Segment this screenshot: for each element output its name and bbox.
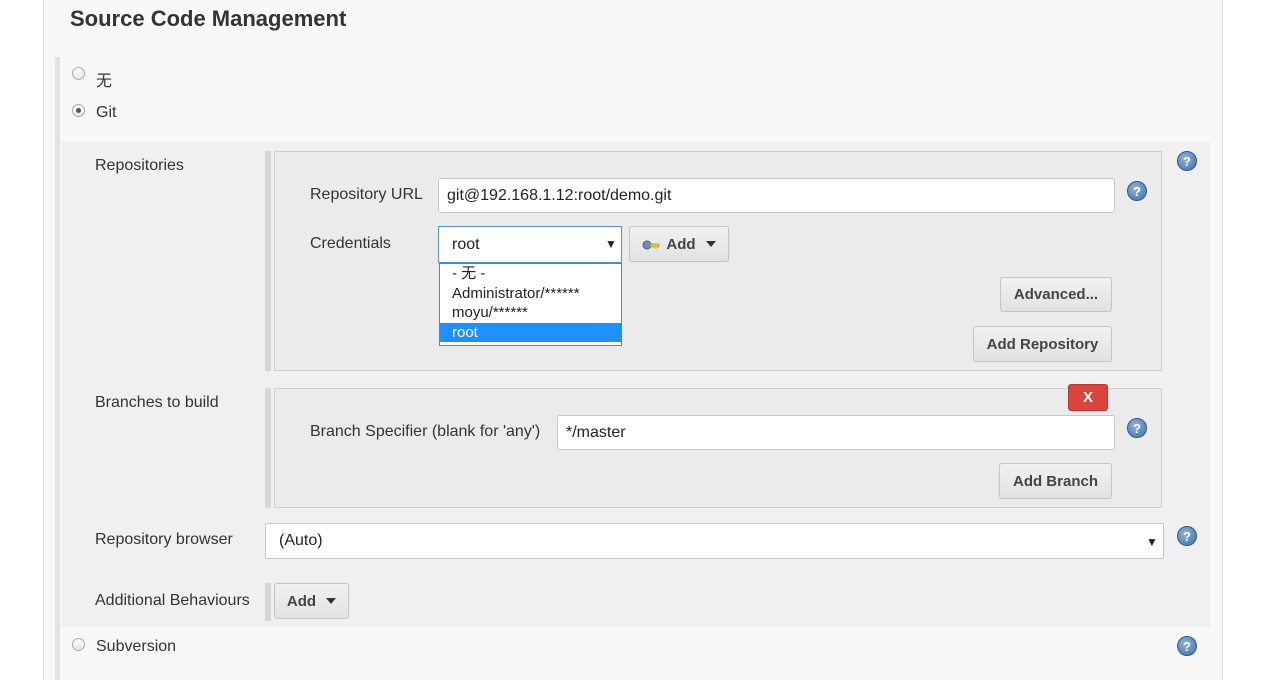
add-repository-button[interactable]: Add Repository bbox=[973, 326, 1112, 362]
additional-behaviours-indent-bar bbox=[265, 583, 271, 621]
advanced-button[interactable]: Advanced... bbox=[1000, 277, 1112, 312]
repository-browser-value: (Auto) bbox=[279, 532, 323, 549]
select-arrow-icon: ▼ bbox=[1146, 535, 1158, 549]
scm-subversion-radio[interactable] bbox=[72, 638, 85, 651]
credentials-option[interactable]: Administrator/****** bbox=[440, 284, 621, 304]
repository-browser-label: Repository browser bbox=[95, 531, 233, 548]
caret-down-icon bbox=[326, 598, 337, 604]
repository-url-input[interactable]: git@192.168.1.12:root/demo.git bbox=[438, 178, 1115, 213]
additional-behaviours-add-label: Add bbox=[286, 592, 317, 610]
repository-url-value: git@192.168.1.12:root/demo.git bbox=[447, 186, 672, 204]
scm-none-label[interactable]: 无 bbox=[96, 67, 112, 91]
credentials-option[interactable]: moyu/****** bbox=[440, 303, 621, 323]
repositories-help-icon[interactable]: ? bbox=[1177, 151, 1197, 171]
scm-git-radio[interactable] bbox=[72, 104, 85, 117]
repositories-label: Repositories bbox=[95, 157, 184, 174]
credentials-selected-value: root bbox=[452, 235, 480, 253]
additional-behaviours-label: Additional Behaviours bbox=[95, 592, 250, 609]
repository-browser-select[interactable]: (Auto) ▼ bbox=[265, 523, 1164, 559]
credentials-label: Credentials bbox=[310, 235, 391, 252]
additional-behaviours-add-button[interactable]: Add bbox=[274, 583, 349, 619]
subversion-help-icon[interactable]: ? bbox=[1177, 636, 1197, 656]
repository-url-help-icon[interactable]: ? bbox=[1127, 181, 1147, 201]
scm-git-label[interactable]: Git bbox=[96, 104, 116, 122]
credentials-option[interactable]: - 无 - bbox=[440, 264, 621, 284]
branch-specifier-value: */master bbox=[566, 423, 626, 441]
branches-label: Branches to build bbox=[95, 394, 219, 411]
caret-down-icon bbox=[705, 241, 716, 247]
section-title: Source Code Management bbox=[70, 6, 347, 31]
branches-indent-bar bbox=[265, 388, 271, 508]
credentials-dropdown: - 无 - Administrator/****** moyu/****** r… bbox=[439, 263, 622, 346]
repositories-indent-bar bbox=[265, 151, 271, 371]
add-credentials-label: Add bbox=[666, 235, 696, 253]
repository-url-label: Repository URL bbox=[310, 186, 423, 203]
scm-none-radio[interactable] bbox=[72, 67, 85, 80]
branch-specifier-help-icon[interactable]: ? bbox=[1127, 418, 1147, 438]
repository-browser-help-icon[interactable]: ? bbox=[1177, 526, 1197, 546]
delete-branch-button[interactable]: X bbox=[1068, 384, 1108, 411]
add-branch-button[interactable]: Add Branch bbox=[999, 463, 1112, 499]
credentials-select[interactable]: root ▼ bbox=[438, 226, 622, 263]
add-credentials-button[interactable]: Add bbox=[629, 226, 729, 262]
branch-specifier-label: Branch Specifier (blank for 'any') bbox=[310, 423, 541, 440]
select-arrow-icon: ▼ bbox=[605, 237, 617, 251]
scm-subversion-label[interactable]: Subversion bbox=[96, 638, 176, 656]
credentials-option-selected[interactable]: root bbox=[440, 322, 621, 342]
key-icon bbox=[642, 238, 660, 250]
branch-specifier-input[interactable]: */master bbox=[557, 415, 1115, 450]
section-indent-bar bbox=[55, 57, 60, 680]
